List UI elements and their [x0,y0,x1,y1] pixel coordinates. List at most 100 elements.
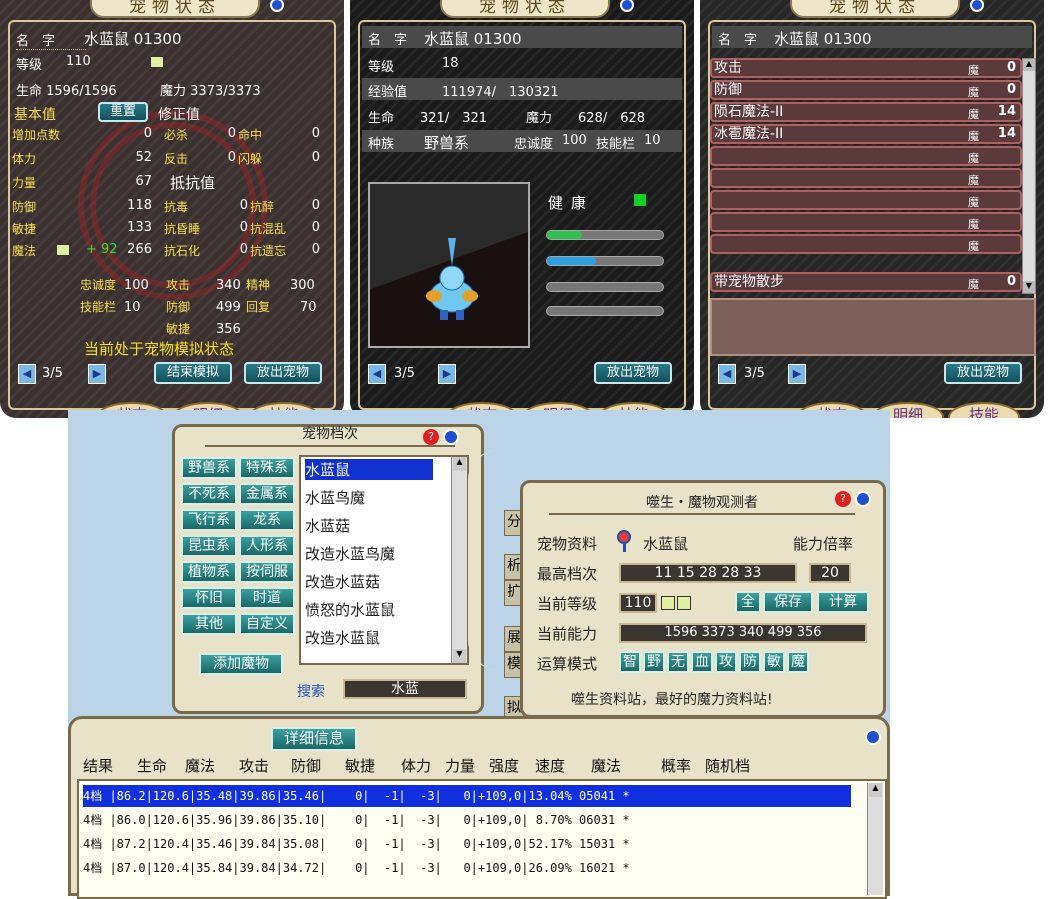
attack-label: 攻击 [166,278,191,292]
correct-stat-row: 必杀 0 [164,126,236,142]
close-icon[interactable] [443,429,459,445]
skill-row[interactable]: 魔 [710,212,1022,232]
scrollbar[interactable]: ▲ [867,783,883,895]
skill-row[interactable]: 魔 [710,168,1022,188]
pet-status-panel-2: 宠物状态 名 字 水蓝鼠 01300 等级 18 经验值 111974/ 130… [350,0,694,418]
skill-row[interactable]: 冰雹魔法-II 魔 14 [710,124,1022,144]
category-server[interactable]: 按伺服 [239,561,295,583]
category-other[interactable]: 其他 [181,613,237,635]
footer-text: 噬生资料站，最好的魔力资料站! [571,692,773,708]
mode-none-button[interactable]: 无 [667,651,689,673]
scroll-down-icon[interactable]: ▼ [453,649,466,663]
mode-mp-button[interactable]: 魔 [787,651,809,673]
scroll-down-icon[interactable]: ▼ [1023,281,1035,293]
skill-row[interactable]: 陨石魔法-II 魔 14 [710,102,1022,122]
category-beast[interactable]: 野兽系 [181,457,237,479]
skill-row[interactable]: 魔 [710,190,1022,210]
details-button[interactable]: 详细信息 [271,727,357,751]
list-item[interactable]: 愤怒的水蓝鼠 [305,599,395,620]
category-metal[interactable]: 金属系 [239,483,295,505]
ratio-field[interactable]: 20 [809,563,851,583]
category-custom[interactable]: 自定义 [239,613,295,635]
close-icon[interactable] [855,491,871,507]
minus-icon[interactable] [661,596,675,610]
skill-row[interactable]: 魔 [710,234,1022,254]
level-field[interactable]: 110 [619,593,657,613]
loyalty-value: 100 [562,133,587,148]
mode-wild-button[interactable]: 野 [643,651,665,673]
mode-int-button[interactable]: 智 [619,651,641,673]
prev-arrow-icon[interactable]: ◀ [718,364,736,384]
mode-agi-button[interactable]: 敏 [763,651,785,673]
max-rank-label: 最高档次 [537,565,598,583]
list-item[interactable]: 水蓝菇 [305,515,350,536]
level-row: 等级 18 [368,56,459,75]
minus-icon[interactable] [150,56,164,68]
name-label: 名 字 [16,30,86,50]
table-row[interactable]: 4档 |87.2|120.4|35.46|39.84|35.08| 0| -1|… [83,833,851,855]
release-pet-button[interactable]: 放出宠物 [944,362,1022,384]
mode-atk-button[interactable]: 攻 [715,651,737,673]
list-item-selected[interactable]: 水蓝鼠 [305,459,433,480]
scroll-up-icon[interactable]: ▲ [453,457,466,471]
category-timeline[interactable]: 时道 [239,587,295,609]
mp-value: 628/ 628 [578,111,646,126]
agility-value: 356 [216,322,241,337]
list-item[interactable]: 改造水蓝菇 [305,571,380,592]
scroll-up-icon[interactable]: ▲ [1023,59,1035,71]
pet-status-panel-3: 宠物状态 名 字 水蓝鼠 01300 攻击魔 0 防御魔 0 陨石魔法-II 魔 14 … [700,0,1044,418]
next-arrow-icon[interactable]: ▶ [788,364,806,384]
calculate-button[interactable]: 计算 [817,591,869,613]
add-monster-button[interactable]: 添加魔物 [199,653,283,675]
category-flying[interactable]: 飞行系 [181,509,237,531]
close-icon[interactable] [865,729,881,745]
save-button[interactable]: 保存 [763,591,813,613]
category-dragon[interactable]: 龙系 [239,509,295,531]
reset-button[interactable]: 重置 [98,102,148,122]
pet-portrait-frame [368,182,530,348]
search-input[interactable]: 水蓝 [343,679,467,699]
release-pet-button[interactable]: 放出宠物 [244,362,322,384]
list-item[interactable]: 水蓝鸟魔 [305,487,365,508]
category-plant[interactable]: 植物系 [181,561,237,583]
hp-mp-row: 生命 321/ 321 魔力 628/ 628 [362,104,682,126]
prev-arrow-icon[interactable]: ◀ [18,364,36,384]
minus-icon[interactable] [56,244,70,256]
magnifier-icon[interactable] [615,529,635,553]
list-item[interactable]: 改造水蓝鼠 [305,627,380,648]
category-humanoid[interactable]: 人形系 [239,535,295,557]
release-pet-button[interactable]: 放出宠物 [594,362,672,384]
next-arrow-icon[interactable]: ▶ [88,364,106,384]
mode-hp-button[interactable]: 血 [691,651,713,673]
table-row[interactable]: 4档 |87.0|120.4|35.84|39.84|34.72| 0| -1|… [83,857,851,879]
mode-def-button[interactable]: 防 [739,651,761,673]
scrollbar[interactable]: ▲ ▼ [1022,58,1036,294]
window-title: 宠物档次 [205,421,455,447]
category-special[interactable]: 特殊系 [239,457,295,479]
end-simulation-button[interactable]: 结束模拟 [154,362,232,384]
category-insect[interactable]: 昆虫系 [181,535,237,557]
next-arrow-icon[interactable]: ▶ [438,364,456,384]
skill-row[interactable]: 攻击魔 0 [710,58,1022,78]
skill-row[interactable]: 魔 [710,146,1022,166]
skill-list: 攻击魔 0 防御魔 0 陨石魔法-II 魔 14 冰雹魔法-II 魔 14 魔 魔 魔 魔 … [700,0,1044,300]
pet-sprite [426,238,478,320]
list-item[interactable]: 改造水蓝鸟魔 [305,543,395,564]
category-undead[interactable]: 不死系 [181,483,237,505]
help-icon[interactable]: ? [835,491,851,507]
scroll-up-icon[interactable]: ▲ [869,783,882,797]
help-icon[interactable]: ? [423,429,439,445]
table-row[interactable]: 4档 |86.0|120.6|35.96|39.86|35.10| 0| -1|… [83,809,851,831]
all-button[interactable]: 全 [735,591,761,613]
status-bar-2 [546,256,664,266]
skill-row[interactable]: 防御魔 0 [710,80,1022,100]
loyalty-value: 100 [124,278,149,293]
table-row-selected[interactable]: 4档 |86.2|120.6|35.48|39.86|35.46| 0| -1|… [83,785,851,807]
base-stat-row: 增加点数 0 [12,126,152,142]
plus-icon[interactable] [677,596,691,610]
name-row: 名 字 水蓝鼠 01300 [362,26,682,48]
prev-arrow-icon[interactable]: ◀ [368,364,386,384]
scrollbar[interactable]: ▲ ▼ [451,457,467,663]
category-nostalgia[interactable]: 怀旧 [181,587,237,609]
skill-row[interactable]: 带宠物散步魔 0 [710,272,1022,292]
